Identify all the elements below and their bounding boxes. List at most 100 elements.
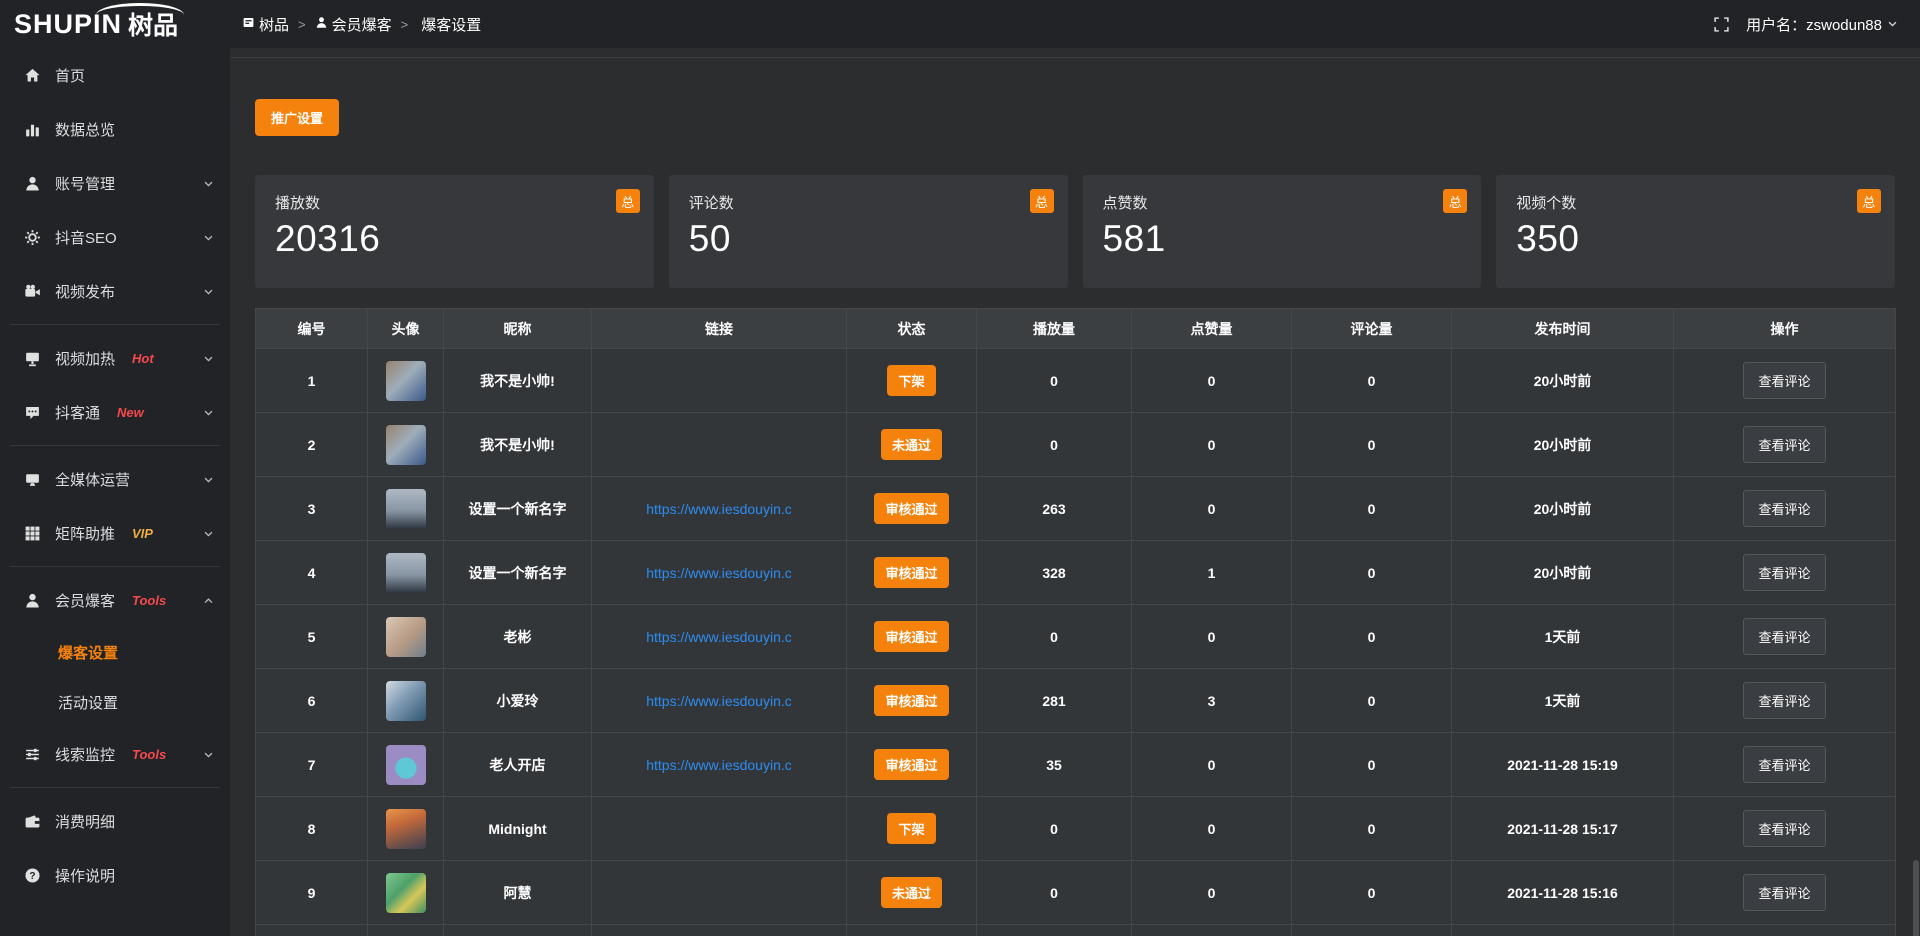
video-link[interactable]: https://www.iesdouyin.c [646,629,792,645]
stat-card-likes: 点赞数 581 总 [1083,175,1482,288]
promotion-settings-button[interactable]: 推广设置 [255,99,339,136]
person-icon [315,16,328,33]
sidebar-item-all-media[interactable]: 全媒体运营 [0,452,230,506]
sidebar-item-account-management[interactable]: 账号管理 [0,156,230,210]
sidebar-item-label: 操作说明 [55,865,115,886]
view-comments-button[interactable]: 查看评论 [1743,362,1825,399]
fullscreen-icon[interactable] [1713,16,1730,33]
sidebar-divider [10,566,220,567]
table-row: 7 老人开店 https://www.iesdouyin.c 审核通过 35 0… [256,733,1896,797]
stat-card-comments: 评论数 50 总 [669,175,1068,288]
sidebar-divider [10,445,220,446]
sidebar-item-label: 视频发布 [55,281,115,302]
status-badge: 下架 [887,813,935,844]
view-comments-button[interactable]: 查看评论 [1743,746,1825,783]
video-link[interactable]: https://www.iesdouyin.c [646,693,792,709]
nickname-cell: 阿慧 [444,861,592,925]
sidebar-item-label: 账号管理 [55,173,115,194]
col-header-comments: 评论量 [1292,309,1452,349]
sidebar-divider [10,324,220,325]
user-dropdown[interactable]: 用户名：zswodun88 [1746,14,1898,35]
col-header-publish-time: 发布时间 [1452,309,1674,349]
chevron-down-icon [203,749,214,760]
new-badge: New [117,405,144,420]
site-icon [242,16,255,33]
sidebar-subitem-activity-settings[interactable]: 活动设置 [0,677,230,727]
stat-value: 350 [1516,218,1875,260]
total-badge: 总 [616,189,640,213]
view-comments-button[interactable]: 查看评论 [1743,618,1825,655]
status-badge: 审核通过 [874,749,948,780]
view-comments-button[interactable]: 查看评论 [1743,810,1825,847]
total-badge: 总 [1443,189,1467,213]
stat-value: 50 [689,218,1048,260]
view-comments-button[interactable]: 查看评论 [1743,682,1825,719]
sidebar: 首页 数据总览 账号管理 抖音SEO 视频发布 视频加热 Hot 抖客通 New… [0,48,230,936]
sidebar-item-home[interactable]: 首页 [0,48,230,102]
chevron-down-icon [203,407,214,418]
sidebar-item-data-overview[interactable]: 数据总览 [0,102,230,156]
col-header-id: 编号 [256,309,368,349]
status-badge: 审核通过 [874,621,948,652]
video-link[interactable]: https://www.iesdouyin.c [646,565,792,581]
sidebar-item-help[interactable]: ? 操作说明 [0,848,230,902]
nickname-cell [444,925,592,936]
chevron-down-icon [203,178,214,189]
view-comments-button[interactable]: 查看评论 [1743,490,1825,527]
sidebar-subitem-baoke-settings[interactable]: 爆客设置 [0,627,230,677]
sidebar-item-matrix-boost[interactable]: 矩阵助推 VIP [0,506,230,560]
table-row: 9 阿慧 未通过 0 0 0 2021-11-28 15:16 查看评论 [256,861,1896,925]
sidebar-item-label: 矩阵助推 [55,523,115,544]
avatar [386,553,426,593]
video-camera-icon [24,283,41,300]
col-header-plays: 播放量 [977,309,1132,349]
breadcrumb: 树品 > 会员爆客 > 爆客设置 [242,14,481,35]
scrollbar-thumb[interactable] [1913,860,1919,936]
topbar-right: 用户名：zswodun88 [1713,14,1920,35]
table-row: 3 设置一个新名字 https://www.iesdouyin.c 审核通过 2… [256,477,1896,541]
avatar [386,809,426,849]
nickname-cell: 老彬 [444,605,592,669]
sidebar-item-douyin-seo[interactable]: 抖音SEO [0,210,230,264]
col-header-actions: 操作 [1674,309,1896,349]
sidebar-item-expense-details[interactable]: 消费明细 [0,794,230,848]
col-header-link: 链接 [592,309,847,349]
breadcrumb-item-member[interactable]: 会员爆客 [315,14,392,35]
status-badge: 下架 [887,365,935,396]
avatar [386,425,426,465]
stat-label: 评论数 [689,192,1048,213]
sidebar-item-label: 抖客通 [55,402,100,423]
main-content: 推广设置 播放数 20316 总 评论数 50 总 点赞数 581 总 视频个数… [230,48,1920,936]
table-row: 1 我不是小帅! 下架 0 0 0 20小时前 查看评论 [256,349,1896,413]
status-badge: 审核通过 [874,685,948,716]
sliders-icon [24,746,41,763]
view-comments-button[interactable]: 查看评论 [1743,554,1825,591]
avatar [386,745,426,785]
sidebar-divider [10,787,220,788]
video-link[interactable]: https://www.iesdouyin.c [646,757,792,773]
tools-badge: Tools [132,593,166,608]
sidebar-item-video-heat[interactable]: 视频加热 Hot [0,331,230,385]
home-icon [24,67,41,84]
nickname-cell: 老人开店 [444,733,592,797]
sidebar-item-douketong[interactable]: 抖客通 New [0,385,230,439]
table-row: 4 设置一个新名字 https://www.iesdouyin.c 审核通过 3… [256,541,1896,605]
nickname-cell: 设置一个新名字 [444,477,592,541]
sidebar-item-label: 数据总览 [55,119,115,140]
nickname-cell: 我不是小帅! [444,349,592,413]
video-link[interactable]: https://www.iesdouyin.c [646,501,792,517]
view-comments-button[interactable]: 查看评论 [1743,874,1825,911]
table-row: 8 Midnight 下架 0 0 0 2021-11-28 15:17 查看评… [256,797,1896,861]
sidebar-item-member-baoke[interactable]: 会员爆客 Tools [0,573,230,627]
tools-badge: Tools [132,747,166,762]
sidebar-item-video-publish[interactable]: 视频发布 [0,264,230,318]
chat-icon [24,404,41,421]
header-divider [230,57,1920,58]
stat-value: 20316 [275,218,634,260]
breadcrumb-item-home[interactable]: 树品 [242,14,289,35]
sidebar-item-clue-monitor[interactable]: 线索监控 Tools [0,727,230,781]
view-comments-button[interactable]: 查看评论 [1743,426,1825,463]
nickname-cell: Midnight [444,797,592,861]
total-badge: 总 [1857,189,1881,213]
member-icon [24,592,41,609]
